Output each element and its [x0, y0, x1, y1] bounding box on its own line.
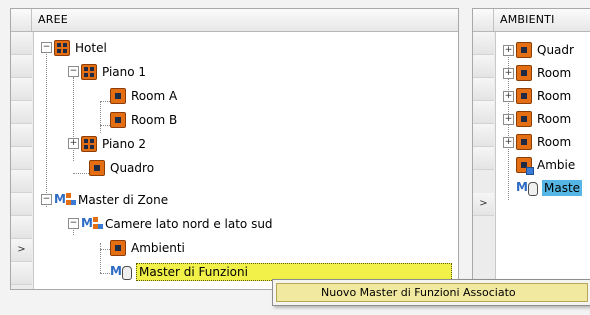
expand-toggle[interactable]: +: [503, 68, 514, 79]
room-icon: [110, 240, 126, 256]
tree-node-label: Quadro: [110, 161, 155, 175]
current-row-indicator[interactable]: >: [473, 193, 494, 216]
ambienti-header[interactable]: AMBIENTI: [473, 9, 590, 32]
tree-node-label: Piano 2: [102, 137, 147, 151]
expand-toggle[interactable]: +: [503, 91, 514, 102]
tree-node-quadro[interactable]: Quadro: [89, 156, 154, 180]
aree-header[interactable]: AREE: [11, 9, 458, 32]
expand-toggle[interactable]: +: [503, 45, 514, 56]
collapse-toggle[interactable]: −: [68, 66, 79, 77]
room-icon: [516, 65, 532, 81]
tree-node-label: Ambienti: [131, 241, 185, 255]
expand-toggle[interactable]: +: [503, 137, 514, 148]
gutter-cell[interactable]: [11, 262, 32, 285]
ambienti-node[interactable]: Room: [516, 107, 571, 131]
gutter-cell[interactable]: [473, 147, 494, 170]
tree-line: [73, 173, 89, 174]
ambienti-header-title: AMBIENTI: [500, 13, 555, 26]
tree-line: [100, 249, 110, 250]
tree-node-piano-1[interactable]: Piano 1: [81, 60, 146, 84]
area-grid-icon: [54, 40, 70, 56]
tree-node-camere[interactable]: M Camere lato nord e lato sud: [81, 212, 273, 236]
expand-toggle[interactable]: +: [503, 114, 514, 125]
tree-node-label: Piano 1: [102, 65, 147, 79]
ambienti-node-selected[interactable]: M Maste: [516, 176, 583, 200]
row-gutter: >: [11, 32, 34, 289]
tree-node-master-di-zone[interactable]: M Master di Zone: [54, 188, 168, 212]
gutter-cell[interactable]: [473, 32, 494, 55]
gutter-cell[interactable]: [11, 78, 32, 101]
collapse-toggle[interactable]: −: [68, 218, 79, 229]
tree-node-label: Maste: [542, 180, 583, 196]
tree-node-room-b[interactable]: Room B: [110, 108, 177, 132]
room-icon: [89, 160, 105, 176]
gutter-cell[interactable]: [11, 124, 32, 147]
room-icon: [516, 111, 532, 127]
collapse-toggle[interactable]: −: [41, 194, 52, 205]
gutter-cell[interactable]: [11, 55, 32, 78]
gutter-cell[interactable]: [473, 55, 494, 78]
gutter-cell[interactable]: [11, 147, 32, 170]
gutter-cell[interactable]: [473, 101, 494, 124]
ambienti-tree-panel[interactable]: AMBIENTI > + + + + + Quadr Room Room Roo…: [472, 8, 590, 290]
tree-node-label: Camere lato nord e lato sud: [105, 217, 273, 231]
tree-node-room-a[interactable]: Room A: [110, 84, 177, 108]
context-menu: Nuovo Master di Funzioni Associato: [272, 279, 590, 306]
tree-node-label: Room: [537, 135, 572, 149]
gutter-cell[interactable]: [11, 32, 32, 55]
gutter-cell[interactable]: [11, 170, 32, 193]
aree-header-title: AREE: [38, 13, 68, 26]
tree-node-label: Quadr: [537, 43, 574, 57]
master-function-icon: M: [110, 264, 132, 280]
gutter-cell[interactable]: [473, 124, 494, 147]
expand-toggle[interactable]: +: [68, 138, 79, 149]
gutter-cell[interactable]: [473, 78, 494, 101]
gutter-cell[interactable]: [11, 216, 32, 239]
master-function-icon: M: [516, 180, 538, 196]
tree-node-label: Ambie: [537, 158, 576, 172]
room-icon: [516, 42, 532, 58]
tree-node-piano-2[interactable]: Piano 2: [81, 132, 146, 156]
header-corner: [473, 9, 494, 31]
collapse-toggle[interactable]: −: [41, 42, 52, 53]
area-grid-icon: [81, 136, 97, 152]
row-gutter: >: [473, 32, 496, 289]
ambienti-node[interactable]: Room: [516, 84, 571, 108]
aree-tree-panel[interactable]: AREE > − − + − − Hotel Piano 1 Room A Ro…: [10, 8, 459, 290]
tree-node-label: Master di Zone: [78, 193, 169, 207]
tree-node-label: Room: [537, 89, 572, 103]
gutter-cell[interactable]: [11, 101, 32, 124]
tree-line: [100, 101, 101, 133]
tree-node-label: Room B: [131, 113, 178, 127]
tree-node-label: Room: [537, 66, 572, 80]
tree-node-ambienti[interactable]: Ambienti: [110, 236, 185, 260]
master-zone-icon: M: [54, 192, 76, 208]
ambienti-node[interactable]: Room: [516, 130, 571, 154]
header-corner: [11, 9, 32, 31]
tree-line: [100, 125, 110, 126]
tree-line: [46, 54, 47, 207]
room-icon: [110, 88, 126, 104]
room-icon: [110, 112, 126, 128]
room-link-icon: [516, 157, 534, 175]
tree-node-label: Room A: [131, 89, 178, 103]
menu-item-nuovo-master-funzioni[interactable]: Nuovo Master di Funzioni Associato: [276, 283, 588, 302]
tree-line: [100, 273, 110, 274]
master-zone-icon: M: [81, 216, 103, 232]
tree-node-label: Hotel: [75, 41, 107, 55]
tree-node-hotel[interactable]: Hotel: [54, 36, 107, 60]
room-icon: [516, 134, 532, 150]
tree-node-label: Room: [537, 112, 572, 126]
current-row-indicator[interactable]: >: [11, 239, 32, 262]
ambienti-node[interactable]: Ambie: [516, 153, 575, 177]
ambienti-node[interactable]: Room: [516, 61, 571, 85]
ambienti-node[interactable]: Quadr: [516, 38, 574, 62]
tree-line: [100, 101, 110, 102]
room-icon: [516, 88, 532, 104]
tree-line: [100, 243, 101, 273]
gutter-cell[interactable]: [11, 193, 32, 216]
area-grid-icon: [81, 64, 97, 80]
